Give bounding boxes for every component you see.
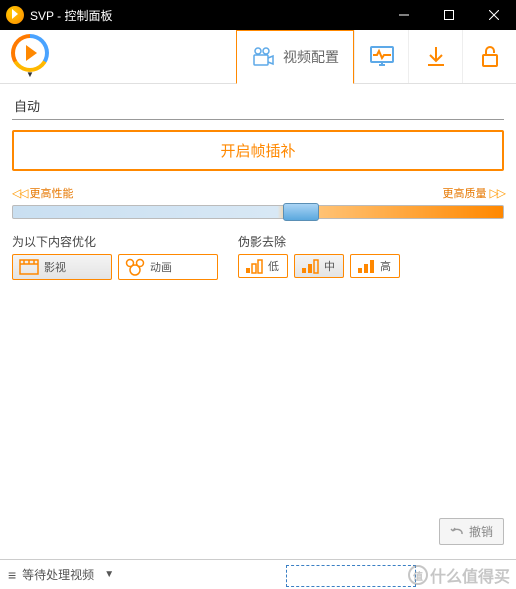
slider-thumb[interactable] (283, 203, 319, 221)
undo-icon (450, 526, 464, 538)
tab-video-config[interactable]: 视频配置 (236, 30, 354, 84)
optimize-title: 为以下内容优化 (12, 233, 218, 250)
arrow-left-icon: ◁◁ (12, 186, 26, 200)
artifact-mid-button[interactable]: 中 (294, 254, 344, 278)
statusbar: ≡ 等待处理视频 ▼ 值 什么值得买 (0, 559, 516, 589)
bars-mid-icon (301, 258, 319, 274)
artifact-high-button[interactable]: 高 (350, 254, 400, 278)
opt-label: 中 (324, 258, 335, 274)
hamburger-icon[interactable]: ≡ (8, 567, 16, 583)
slider-left-label: 更高性能 (30, 188, 74, 200)
opt-label: 影视 (44, 259, 66, 275)
opt-label: 低 (268, 258, 279, 274)
bars-low-icon (245, 258, 263, 274)
opt-label: 高 (380, 258, 391, 274)
monitor-button[interactable] (354, 30, 408, 83)
window-title: SVP - 控制面板 (30, 7, 381, 24)
slider-labels: ◁◁ 更高性能 更高质量 ▷▷ (12, 185, 504, 201)
content-area: 自动 开启帧插补 ◁◁ 更高性能 更高质量 ▷▷ 为以下内容优化 影视 动画 (0, 84, 516, 559)
watermark-icon: 值 (408, 565, 428, 585)
app-logo-menu[interactable]: ▼ (0, 30, 60, 83)
download-icon (425, 45, 447, 69)
toolbar: ▼ 视频配置 (0, 30, 516, 84)
lock-icon (480, 45, 500, 69)
arrow-right-icon: ▷▷ (490, 186, 504, 200)
opt-label: 动画 (150, 259, 172, 275)
optimize-movie-button[interactable]: 影视 (12, 254, 112, 280)
logo-icon (11, 34, 49, 72)
quality-slider[interactable] (12, 205, 504, 219)
status-text: 等待处理视频 (22, 566, 94, 583)
artifact-title: 伪影去除 (238, 233, 400, 250)
artifact-low-button[interactable]: 低 (238, 254, 288, 278)
profile-selector[interactable]: 自动 (12, 92, 504, 120)
optimize-anime-button[interactable]: 动画 (118, 254, 218, 280)
undo-button[interactable]: 撤销 (439, 518, 504, 545)
camera-icon (251, 46, 275, 68)
tab-label: 视频配置 (283, 47, 339, 67)
maximize-button[interactable] (426, 0, 471, 30)
close-button[interactable] (471, 0, 516, 30)
undo-label: 撤销 (469, 523, 493, 540)
app-icon (6, 6, 24, 24)
bars-high-icon (357, 258, 375, 274)
watermark: 值 什么值得买 (408, 563, 510, 587)
monitor-icon (369, 45, 395, 69)
minimize-button[interactable] (381, 0, 426, 30)
film-icon (19, 259, 39, 275)
lock-button[interactable] (462, 30, 516, 83)
text-input-ime[interactable] (286, 565, 416, 587)
enable-interpolation-button[interactable]: 开启帧插补 (12, 130, 504, 171)
slider-right-label: 更高质量 (442, 188, 486, 200)
download-button[interactable] (408, 30, 462, 83)
watermark-text: 什么值得买 (430, 563, 510, 587)
chevron-down-icon[interactable]: ▼ (104, 569, 114, 580)
mickey-icon (125, 258, 145, 276)
titlebar: SVP - 控制面板 (0, 0, 516, 30)
